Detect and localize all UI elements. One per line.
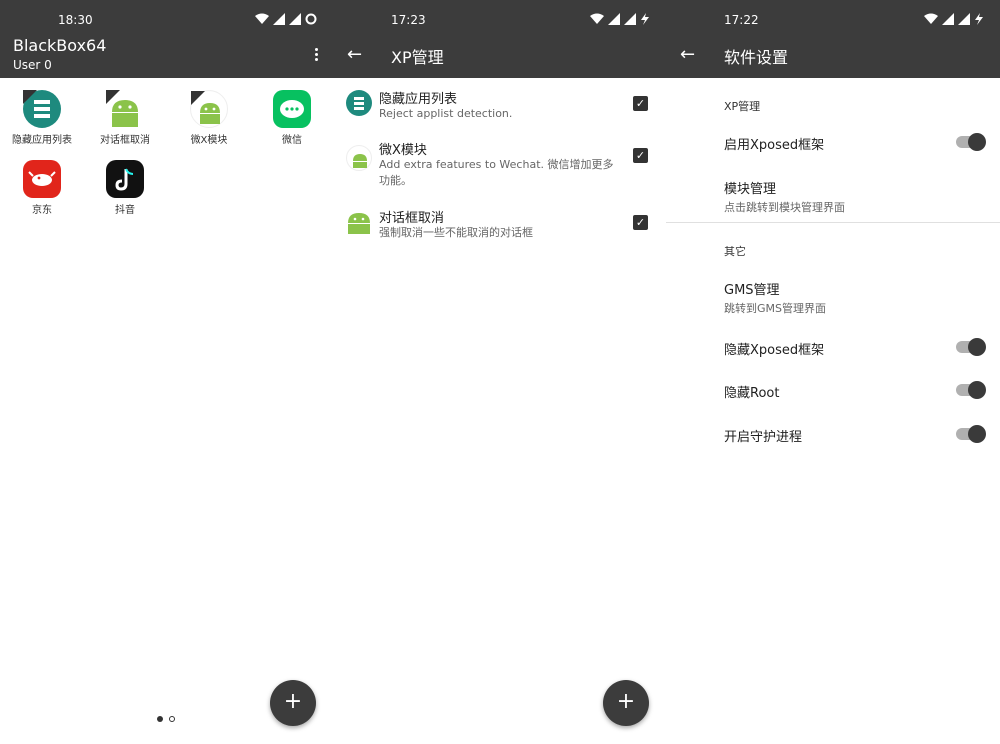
module-checkbox[interactable]: ✓ — [633, 215, 648, 230]
module-desc: Add extra features to Wechat. 微信增加更多功能。 — [379, 158, 614, 187]
home-screen: 18:30 BlackBox64 User 0 隐藏应用列表 对话框取消 微X模… — [0, 0, 333, 744]
page-title: 软件设置 — [724, 48, 789, 67]
app-label: 微信 — [282, 135, 302, 146]
wifi-icon — [590, 13, 604, 24]
app-jd[interactable]: 京东 — [2, 160, 82, 216]
wechat-icon — [273, 90, 311, 128]
page-title: XP管理 — [391, 48, 444, 67]
status-bar: 17:22 — [666, 0, 1000, 40]
status-time: 17:23 — [391, 13, 426, 27]
module-title: 对话框取消 — [379, 211, 445, 226]
app-bar: BlackBox64 User 0 — [0, 36, 333, 78]
signal-icon — [958, 13, 970, 25]
signal-icon — [608, 13, 620, 25]
app-label: 隐藏应用列表 — [12, 135, 72, 146]
app-tiktok[interactable]: 抖音 — [85, 160, 165, 216]
app-title: BlackBox64 — [13, 36, 107, 55]
module-title: 隐藏应用列表 — [379, 92, 458, 107]
signal-icon — [942, 13, 954, 25]
daemon-toggle[interactable] — [956, 425, 986, 443]
module-desc: 强制取消一些不能取消的对话框 — [379, 226, 533, 239]
list-icon — [23, 90, 61, 128]
app-label: 对话框取消 — [100, 135, 150, 146]
wifi-icon — [924, 13, 938, 24]
setting-enable-xposed[interactable]: 启用Xposed框架 — [724, 134, 824, 153]
app-label: 微X模块 — [190, 135, 228, 146]
module-desc: Reject applist detection. — [379, 107, 513, 120]
android-icon — [190, 90, 228, 128]
status-icons — [255, 13, 317, 25]
setting-module-manage[interactable]: 模块管理 点击跳转到模块管理界面 — [724, 178, 845, 215]
setting-gms[interactable]: GMS管理 跳转到GMS管理界面 — [724, 279, 826, 316]
add-app-button[interactable]: + — [270, 680, 316, 726]
module-checkbox[interactable]: ✓ — [633, 96, 648, 111]
section-header: 其它 — [724, 245, 746, 258]
status-time: 18:30 — [58, 13, 93, 27]
status-bar: 18:30 — [0, 0, 333, 40]
status-icons — [590, 13, 650, 25]
hide-xposed-toggle[interactable] — [956, 338, 986, 356]
jd-icon — [23, 160, 61, 198]
module-title: 微X模块 — [379, 143, 427, 158]
ring-icon — [305, 13, 317, 25]
app-dialog-cancel[interactable]: 对话框取消 — [85, 90, 165, 146]
setting-daemon[interactable]: 开启守护进程 — [724, 426, 802, 445]
charging-icon — [641, 13, 649, 25]
app-label: 抖音 — [115, 205, 135, 216]
enable-xposed-toggle[interactable] — [956, 133, 986, 151]
signal-icon — [289, 13, 301, 25]
signal-icon — [273, 13, 285, 25]
toolbar: ← XP管理 — [333, 40, 666, 78]
charging-icon — [975, 13, 983, 25]
toolbar: ← 软件设置 — [666, 40, 1000, 78]
app-wechat[interactable]: 微信 — [252, 90, 332, 146]
overflow-menu-icon[interactable] — [309, 46, 323, 62]
android-icon — [346, 209, 372, 235]
android-icon — [346, 145, 372, 171]
divider — [666, 222, 1000, 223]
app-wx-module[interactable]: 微X模块 — [169, 90, 249, 146]
tiktok-icon — [106, 160, 144, 198]
section-header: XP管理 — [724, 100, 761, 113]
back-arrow-icon[interactable]: ← — [347, 44, 362, 65]
back-arrow-icon[interactable]: ← — [680, 44, 695, 65]
module-checkbox[interactable]: ✓ — [633, 148, 648, 163]
add-module-button[interactable]: + — [603, 680, 649, 726]
wifi-icon — [255, 13, 269, 24]
app-hide-applist[interactable]: 隐藏应用列表 — [2, 90, 82, 146]
status-time: 17:22 — [724, 13, 759, 27]
signal-icon — [624, 13, 636, 25]
list-icon — [346, 90, 372, 116]
setting-hide-root[interactable]: 隐藏Root — [724, 382, 779, 401]
app-label: 京东 — [32, 205, 52, 216]
android-icon — [106, 90, 144, 128]
settings-screen: 17:22 ← 软件设置 XP管理 启用Xposed框架 模块管理 点击跳转到模… — [666, 0, 1000, 744]
setting-hide-xposed[interactable]: 隐藏Xposed框架 — [724, 339, 824, 358]
xp-manage-screen: 17:23 ← XP管理 隐藏应用列表 Reject applist detec… — [333, 0, 666, 744]
status-icons — [924, 13, 984, 25]
status-bar: 17:23 — [333, 0, 666, 40]
page-indicator — [157, 716, 175, 722]
user-label: User 0 — [13, 58, 52, 72]
hide-root-toggle[interactable] — [956, 381, 986, 399]
